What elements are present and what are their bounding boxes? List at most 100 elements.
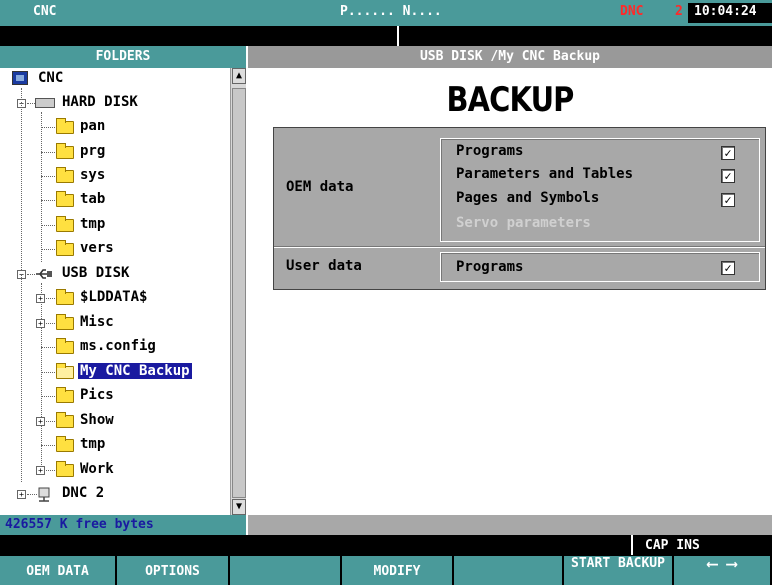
usb-icon <box>36 269 52 279</box>
tree-item-label: DNC 2 <box>62 485 105 501</box>
option-parameters-tables[interactable]: Parameters and Tables <box>456 166 633 182</box>
scroll-up-button[interactable]: ▲ <box>232 68 246 84</box>
status-area <box>248 515 772 535</box>
softkey-switch-arrows[interactable]: ⟵ ⟶ <box>674 556 772 585</box>
folder-icon <box>56 240 74 256</box>
tree-item-label: HARD DISK <box>62 94 138 110</box>
expand-icon[interactable]: + <box>36 319 45 328</box>
folder-icon <box>56 167 74 183</box>
option-oem-programs[interactable]: Programs <box>456 143 523 159</box>
tree-item-label: Work <box>80 461 114 477</box>
softkey-oem-data[interactable]: OEM DATA <box>0 556 117 585</box>
folder-icon <box>56 436 74 452</box>
softkey-start-backup[interactable]: START BACKUP <box>564 556 674 585</box>
expand-icon[interactable]: + <box>36 417 45 426</box>
folder-icon <box>56 314 74 330</box>
tree-scrollbar[interactable]: ▲ ▼ <box>230 68 246 515</box>
clock: 10:04:24 <box>688 3 772 23</box>
program-indicator: P...... N.... <box>340 4 442 19</box>
tree-item-label: prg <box>80 143 106 159</box>
path-header: USB DISK /My CNC Backup <box>248 46 772 68</box>
tree-item-label: Misc <box>80 314 114 330</box>
folder-icon <box>56 387 74 403</box>
folder-icon <box>56 289 74 305</box>
tree-item-sys[interactable]: sys <box>0 165 230 187</box>
free-space-status: 426557 K free bytes <box>0 515 246 535</box>
folder-icon <box>56 191 74 207</box>
checkbox-oem-programs[interactable]: ✓ <box>721 146 735 160</box>
tree-item-my-cnc-backup[interactable]: My CNC Backup <box>0 361 230 383</box>
softkey-options[interactable]: OPTIONS <box>117 556 230 585</box>
channel-number: 2 <box>675 4 683 19</box>
app-name: CNC <box>33 4 57 19</box>
tree-item-label: tmp <box>80 216 106 232</box>
folder-icon <box>56 338 74 354</box>
user-data-label: User data <box>286 258 362 274</box>
open-folder-icon <box>56 363 74 379</box>
tree-item-label: ms.config <box>80 338 156 354</box>
tree-item-usb-disk[interactable]: − USB DISK <box>0 263 230 285</box>
tree-item-tab[interactable]: tab <box>0 189 230 211</box>
tree-item-cnc[interactable]: CNC <box>0 68 230 90</box>
folder-icon <box>56 461 74 477</box>
capbar-separator <box>631 535 633 555</box>
option-user-programs[interactable]: Programs <box>456 259 523 275</box>
section-divider <box>274 246 765 248</box>
softkey-empty-3[interactable] <box>230 556 342 585</box>
tree-item-misc[interactable]: + Misc <box>0 312 230 334</box>
tree-item-label: $LDDATA$ <box>80 289 148 305</box>
folders-header: FOLDERS <box>0 46 246 68</box>
tree-item-hard-disk[interactable]: − HARD DISK <box>0 92 230 114</box>
tree-item-label: vers <box>80 240 114 256</box>
tree-item-label: Pics <box>80 387 114 403</box>
expand-icon[interactable]: + <box>17 490 26 499</box>
tree-item-label: pan <box>80 118 106 134</box>
expand-icon[interactable]: + <box>36 466 45 475</box>
scroll-thumb[interactable] <box>232 88 246 498</box>
oem-data-label: OEM data <box>286 179 354 195</box>
folder-tree[interactable]: CNC − HARD DISK pan prg sys tab tmp vers <box>0 68 230 515</box>
page-title: BACKUP <box>446 80 574 120</box>
softkey-modify[interactable]: MODIFY <box>342 556 454 585</box>
tree-item-label: CNC <box>38 70 64 86</box>
tree-item-label-selected: My CNC Backup <box>77 362 193 380</box>
folder-icon <box>56 412 74 428</box>
tree-item-show[interactable]: + Show <box>0 410 230 432</box>
softkey-bar: OEM DATA OPTIONS MODIFY START BACKUP ⟵ ⟶ <box>0 555 772 585</box>
tree-item-lddata[interactable]: + $LDDATA$ <box>0 287 230 309</box>
folder-icon <box>56 216 74 232</box>
cap-ins-indicator: CAP INS <box>645 538 700 553</box>
tree-item-label: Show <box>80 412 114 428</box>
tree-item-work[interactable]: + Work <box>0 459 230 481</box>
computer-icon <box>12 71 28 85</box>
tree-item-label: tmp <box>80 436 106 452</box>
tree-item-label: sys <box>80 167 106 183</box>
option-servo-parameters: Servo parameters <box>456 215 591 231</box>
hard-disk-icon <box>35 98 55 108</box>
tree-item-ms-config[interactable]: ms.config <box>0 336 230 358</box>
mode-indicator: DNC <box>620 4 644 19</box>
expand-icon[interactable]: + <box>36 294 45 303</box>
tree-item-pan[interactable]: pan <box>0 116 230 138</box>
tree-item-vers[interactable]: vers <box>0 238 230 260</box>
message-separator <box>397 26 399 46</box>
scroll-down-button[interactable]: ▼ <box>232 499 246 515</box>
tree-item-dnc2[interactable]: + DNC 2 <box>0 483 230 505</box>
tree-item-label: USB DISK <box>62 265 130 281</box>
tree-item-label: tab <box>80 191 106 207</box>
folder-icon <box>56 118 74 134</box>
tree-item-pics[interactable]: Pics <box>0 385 230 407</box>
option-pages-symbols[interactable]: Pages and Symbols <box>456 190 599 206</box>
message-bar <box>0 26 772 46</box>
checkbox-pages-symbols[interactable]: ✓ <box>721 193 735 207</box>
network-drive-icon <box>38 487 50 502</box>
tree-item-prg[interactable]: prg <box>0 141 230 163</box>
checkbox-user-programs[interactable]: ✓ <box>721 261 735 275</box>
tree-item-tmp[interactable]: tmp <box>0 214 230 236</box>
softkey-empty-5[interactable] <box>454 556 564 585</box>
tree-item-tmp-usb[interactable]: tmp <box>0 434 230 456</box>
keyboard-status-bar: CAP INS <box>0 535 772 555</box>
folder-icon <box>56 143 74 159</box>
top-status-bar: CNC P...... N.... DNC 2 10:04:24 <box>0 0 772 26</box>
checkbox-parameters-tables[interactable]: ✓ <box>721 169 735 183</box>
